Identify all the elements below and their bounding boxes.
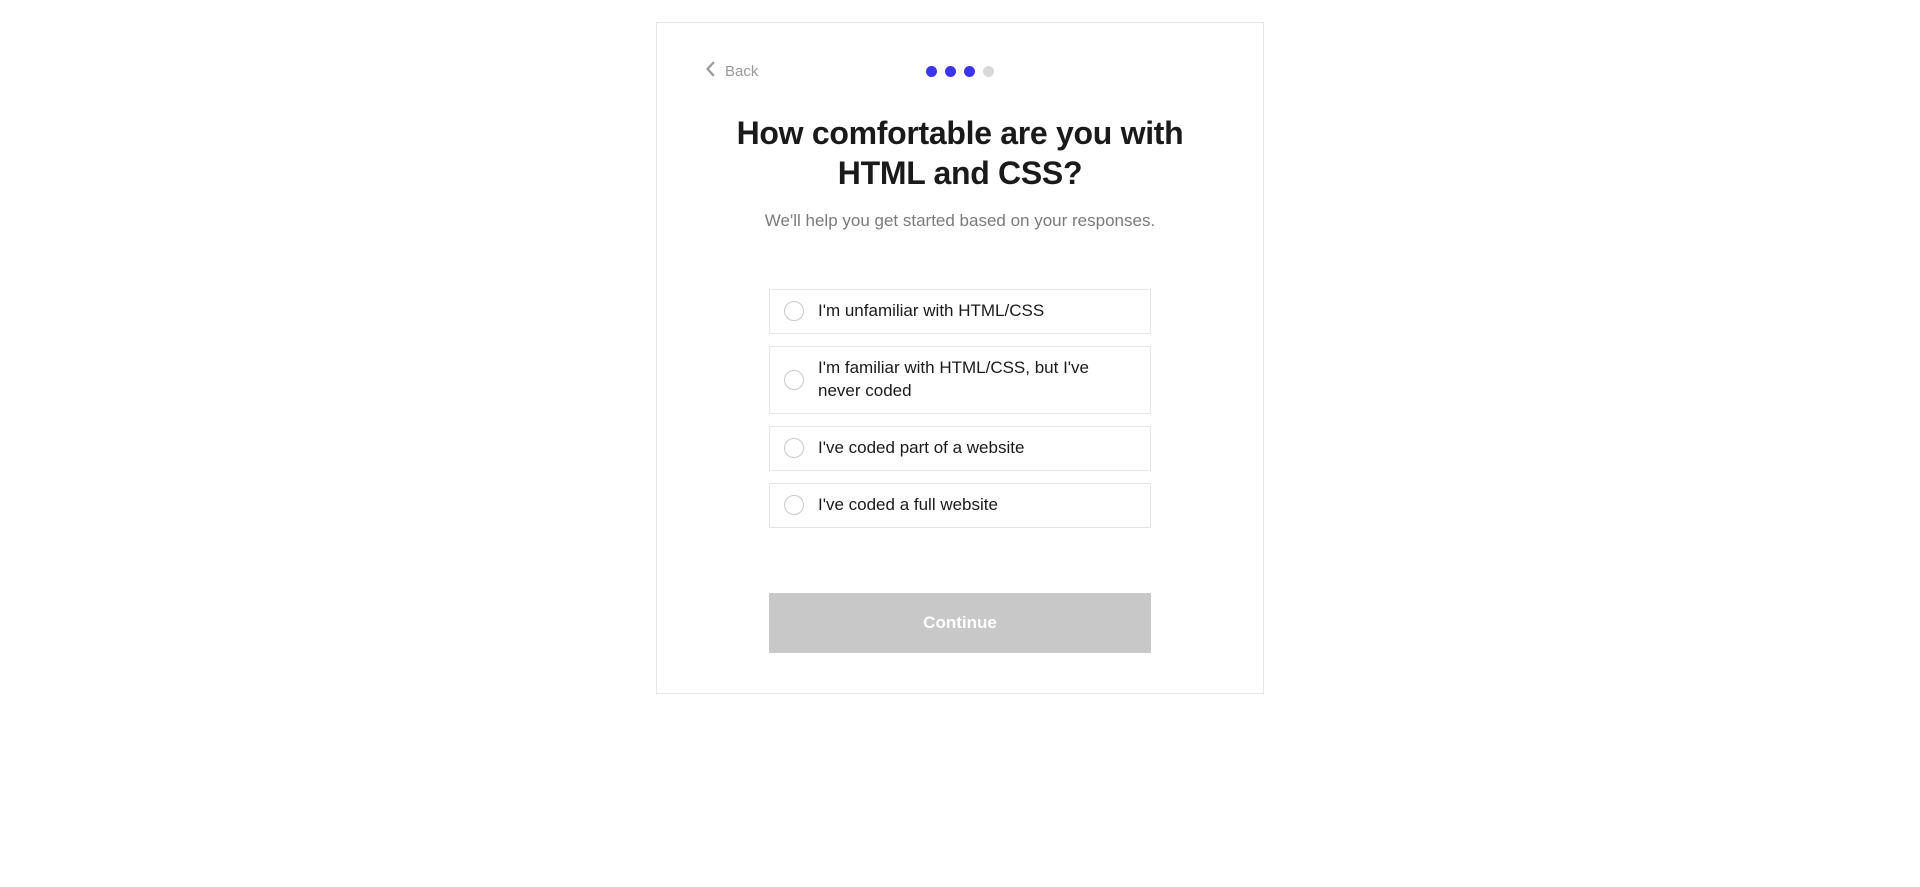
chevron-left-icon	[705, 61, 717, 81]
progress-dot-3	[964, 66, 975, 77]
option-coded-full[interactable]: I've coded a full website	[769, 483, 1151, 528]
page-title: How comfortable are you with HTML and CS…	[705, 113, 1215, 193]
option-label: I've coded a full website	[818, 494, 998, 517]
top-bar: Back	[705, 59, 1215, 83]
option-familiar-never-coded[interactable]: I'm familiar with HTML/CSS, but I've nev…	[769, 346, 1151, 414]
progress-dot-2	[945, 66, 956, 77]
progress-indicator	[926, 66, 994, 77]
continue-button[interactable]: Continue	[769, 593, 1151, 653]
onboarding-card: Back How comfortable are you with HTML a…	[656, 22, 1264, 694]
progress-dot-4	[983, 66, 994, 77]
back-label: Back	[725, 63, 758, 80]
page-subtitle: We'll help you get started based on your…	[705, 211, 1215, 231]
option-unfamiliar[interactable]: I'm unfamiliar with HTML/CSS	[769, 289, 1151, 334]
radio-icon	[784, 495, 804, 515]
radio-icon	[784, 301, 804, 321]
progress-dot-1	[926, 66, 937, 77]
option-label: I've coded part of a website	[818, 437, 1024, 460]
option-label: I'm familiar with HTML/CSS, but I've nev…	[818, 357, 1136, 403]
back-button[interactable]: Back	[705, 61, 758, 81]
radio-icon	[784, 370, 804, 390]
radio-icon	[784, 438, 804, 458]
continue-label: Continue	[923, 613, 997, 633]
option-label: I'm unfamiliar with HTML/CSS	[818, 300, 1044, 323]
option-coded-part[interactable]: I've coded part of a website	[769, 426, 1151, 471]
options-group: I'm unfamiliar with HTML/CSS I'm familia…	[769, 289, 1151, 528]
